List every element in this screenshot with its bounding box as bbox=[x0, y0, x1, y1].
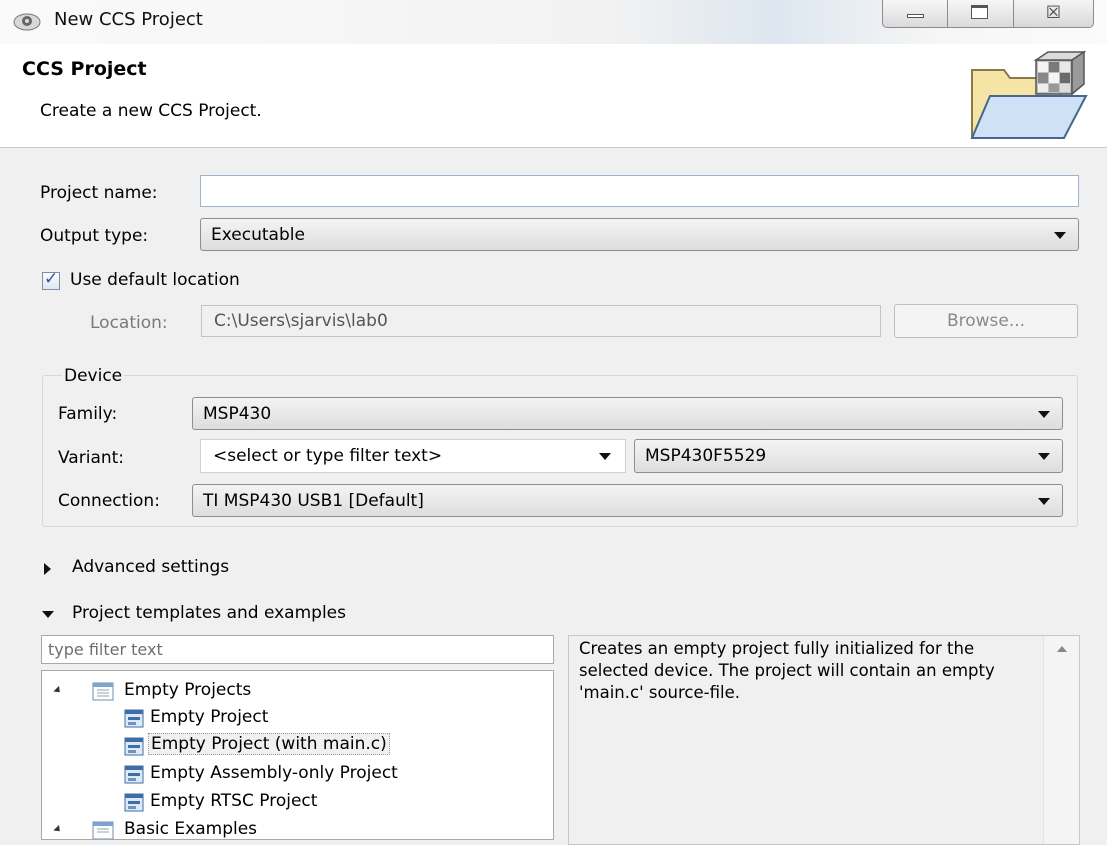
close-button[interactable]: ☒ bbox=[1014, 0, 1094, 28]
template-description: Creates an empty project fully initializ… bbox=[579, 639, 995, 702]
variant-filter-combo[interactable]: <select or type filter text> bbox=[200, 439, 626, 473]
family-label: Family: bbox=[58, 404, 118, 424]
output-type-dropdown[interactable]: Executable bbox=[200, 218, 1079, 251]
tree-item-basic-examples[interactable]: Basic Examples bbox=[42, 817, 552, 839]
description-scrollbar[interactable] bbox=[1043, 636, 1079, 844]
template-filter-input[interactable] bbox=[41, 635, 554, 664]
project-folder-icon bbox=[970, 50, 1088, 139]
expand-right-icon bbox=[44, 563, 51, 575]
variant-value: MSP430F5529 bbox=[645, 446, 767, 466]
chevron-down-icon bbox=[1054, 231, 1066, 239]
page-description: Create a new CCS Project. bbox=[40, 101, 262, 121]
minimize-button[interactable] bbox=[882, 0, 948, 28]
advanced-settings-label: Advanced settings bbox=[72, 557, 230, 577]
minimize-icon bbox=[907, 14, 924, 18]
output-type-value: Executable bbox=[211, 224, 305, 245]
device-group-label: Device bbox=[62, 366, 125, 386]
project-template-icon bbox=[124, 793, 144, 812]
window-controls: ☒ bbox=[882, 0, 1094, 28]
tree-item-label: Empty RTSC Project bbox=[150, 791, 318, 811]
chevron-down-icon bbox=[1038, 497, 1050, 505]
expanded-triangle-icon bbox=[53, 824, 63, 835]
tree-item-label: Empty Project bbox=[150, 707, 269, 727]
connection-dropdown[interactable]: TI MSP430 USB1 [Default] bbox=[192, 484, 1063, 517]
project-templates-toggle[interactable]: Project templates and examples bbox=[42, 601, 462, 629]
project-template-icon bbox=[124, 765, 144, 784]
template-description-panel: Creates an empty project fully initializ… bbox=[568, 635, 1080, 845]
location-value: C:\Users\sjarvis\lab0 bbox=[214, 311, 388, 331]
tree-item-empty-projects[interactable]: Empty Projects bbox=[42, 678, 552, 704]
project-templates-label: Project templates and examples bbox=[72, 603, 346, 623]
advanced-settings-toggle[interactable]: Advanced settings bbox=[44, 555, 304, 583]
chevron-down-icon bbox=[1038, 453, 1050, 460]
output-type-label: Output type: bbox=[40, 226, 149, 246]
tree-item-label: Empty Projects bbox=[124, 680, 252, 700]
tree-item-empty-rtsc-project[interactable]: Empty RTSC Project bbox=[42, 789, 552, 815]
expanded-triangle-icon bbox=[53, 685, 63, 696]
connection-value: TI MSP430 USB1 [Default] bbox=[203, 490, 424, 511]
tree-item-label: Empty Project (with main.c) bbox=[148, 733, 390, 755]
tree-item-empty-project[interactable]: Empty Project bbox=[42, 705, 552, 731]
chevron-down-icon bbox=[599, 453, 611, 460]
tree-item-label: Empty Assembly-only Project bbox=[150, 763, 398, 783]
maximize-button[interactable] bbox=[948, 0, 1014, 28]
project-name-input[interactable] bbox=[200, 175, 1079, 207]
browse-button[interactable]: Browse... bbox=[894, 304, 1078, 338]
window-title: New CCS Project bbox=[54, 9, 203, 30]
variant-filter-value: <select or type filter text> bbox=[213, 446, 443, 466]
connection-label: Connection: bbox=[58, 491, 160, 511]
template-tree[interactable]: Empty Projects Empty Project Empty Proje… bbox=[41, 670, 554, 840]
scroll-up-icon[interactable] bbox=[1057, 646, 1067, 652]
family-dropdown[interactable]: MSP430 bbox=[192, 397, 1063, 430]
tree-item-label: Basic Examples bbox=[124, 819, 258, 839]
variant-dropdown[interactable]: MSP430F5529 bbox=[634, 439, 1063, 473]
chevron-down-icon bbox=[1038, 410, 1050, 418]
location-input: C:\Users\sjarvis\lab0 bbox=[201, 305, 881, 337]
close-icon: ☒ bbox=[1045, 3, 1062, 23]
ccs-app-icon bbox=[13, 13, 41, 31]
family-value: MSP430 bbox=[203, 403, 272, 424]
tree-item-empty-assembly-project[interactable]: Empty Assembly-only Project bbox=[42, 761, 552, 787]
project-template-icon bbox=[124, 737, 144, 756]
location-label: Location: bbox=[90, 313, 168, 333]
variant-label: Variant: bbox=[58, 448, 125, 468]
use-default-location-checkbox[interactable]: ✓ bbox=[42, 269, 60, 290]
folder-icon bbox=[92, 682, 114, 701]
collapse-down-icon bbox=[42, 611, 54, 618]
wizard-banner: CCS Project Create a new CCS Project. bbox=[0, 44, 1107, 148]
page-title: CCS Project bbox=[22, 58, 147, 80]
tree-item-empty-project-main[interactable]: Empty Project (with main.c) bbox=[42, 733, 552, 759]
project-name-label: Project name: bbox=[40, 183, 158, 203]
maximize-icon bbox=[971, 5, 988, 19]
window-titlebar: New CCS Project ☒ bbox=[0, 0, 1107, 44]
project-template-icon bbox=[124, 709, 144, 728]
folder-icon bbox=[92, 821, 114, 839]
use-default-location-label: Use default location bbox=[70, 270, 240, 290]
checkmark-icon: ✓ bbox=[44, 269, 59, 289]
